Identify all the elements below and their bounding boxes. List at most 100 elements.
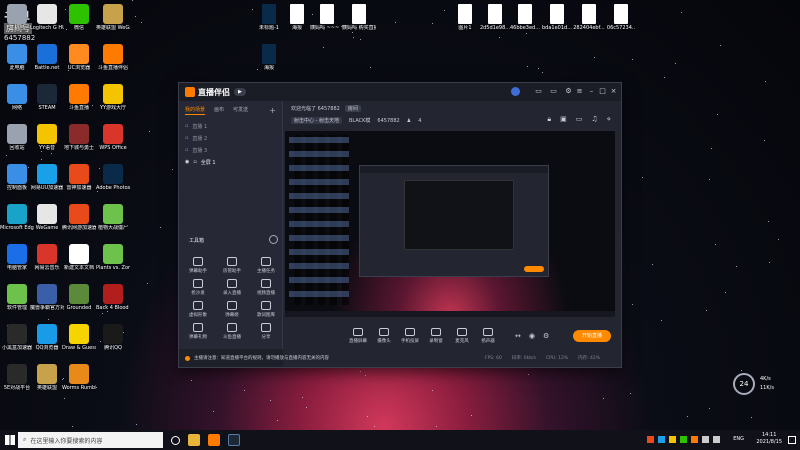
- tab-canvas[interactable]: 画布: [214, 106, 224, 115]
- desktop-icon[interactable]: UC浏览器: [62, 44, 96, 71]
- desktop-icon[interactable]: 斗鱼直播伴侣: [96, 44, 130, 71]
- notification-icon[interactable]: [788, 436, 796, 444]
- desktop-icon[interactable]: Plants vs. Zombies G...: [96, 244, 130, 271]
- desktop-icon[interactable]: 植物大战僵尸: [96, 204, 130, 231]
- desktop-icon[interactable]: WeGame: [30, 204, 64, 231]
- room-tag[interactable]: 房间: [344, 105, 361, 112]
- tray-app-icon[interactable]: [647, 436, 654, 443]
- start-live-button[interactable]: 开始直播: [573, 330, 611, 342]
- desktop-icon[interactable]: 网易UU加速器: [30, 164, 64, 191]
- desktop-icon[interactable]: 魔兽争霸官方对战平台: [30, 284, 64, 311]
- desktop-icon[interactable]: STEAM: [30, 84, 64, 111]
- task-view-icon[interactable]: [171, 435, 180, 445]
- source-button[interactable]: 扬声器: [475, 328, 501, 344]
- desktop-icon[interactable]: 软件管理: [0, 284, 34, 311]
- settings-icon[interactable]: ⚙: [564, 87, 573, 96]
- desktop-icon[interactable]: Logitech G HUB: [30, 4, 64, 31]
- desktop-icon[interactable]: 网易云音乐: [30, 244, 64, 271]
- desktop-icon[interactable]: 斗鱼直播: [62, 84, 96, 111]
- share-icon[interactable]: ⋄: [607, 115, 611, 124]
- desktop-icon[interactable]: 新建文本文档: [62, 244, 96, 271]
- desktop-file-icon[interactable]: 06c57234..: [604, 4, 638, 31]
- desktop-icon[interactable]: QQ浏览器: [30, 324, 64, 351]
- scene-item[interactable]: ▫ 直播 3: [179, 144, 282, 156]
- desktop-icon[interactable]: 地下城与勇士: [62, 124, 96, 151]
- desktop-icon[interactable]: YY游戏大厅: [96, 84, 130, 111]
- scene-item[interactable]: ▫ 直播 2: [179, 132, 282, 144]
- desktop-icon[interactable]: 英雄联盟: [30, 364, 64, 391]
- bell-icon[interactable]: ♫: [591, 115, 597, 124]
- tool-item[interactable]: 弹幕助手: [183, 257, 213, 274]
- source-button[interactable]: 摄像头: [371, 328, 397, 344]
- tray-app-icon[interactable]: [680, 436, 687, 443]
- settings-icon[interactable]: ⚙: [543, 332, 549, 340]
- desktop-file-icon[interactable]: 姨妈吗 购买直播间: [342, 4, 376, 31]
- steam-taskbar-icon[interactable]: [228, 434, 240, 446]
- tray-app-icon[interactable]: [658, 436, 665, 443]
- flip-icon[interactable]: ↔: [515, 332, 521, 340]
- toolbox-expand-icon[interactable]: [269, 235, 278, 244]
- eye-icon[interactable]: ◉: [529, 332, 535, 340]
- tool-item[interactable]: 主播任务: [251, 257, 281, 274]
- desktop-icon[interactable]: 英雄联盟 WeGame版: [96, 4, 130, 31]
- message-icon[interactable]: ▭: [534, 87, 543, 96]
- menu-icon[interactable]: ≡: [575, 87, 584, 96]
- scene-item[interactable]: ▫ 直播 1: [179, 120, 282, 132]
- source-button[interactable]: 麦克风: [449, 328, 475, 344]
- desktop-icon[interactable]: 5E对战平台: [0, 364, 34, 391]
- tray-icons[interactable]: [647, 436, 720, 443]
- close-icon[interactable]: ×: [609, 87, 618, 96]
- desktop-icon[interactable]: Draw & Guess: [62, 324, 96, 351]
- tool-item[interactable]: 虚拟形象: [183, 301, 213, 318]
- stream-preview[interactable]: [285, 131, 615, 317]
- desktop-icon[interactable]: Microsoft Edge: [0, 204, 34, 231]
- desktop-icon[interactable]: 小黑盒加速器: [0, 324, 34, 351]
- network-speed-widget[interactable]: 24 4K/s 11K/s: [733, 373, 783, 397]
- tool-item[interactable]: 分享: [251, 323, 281, 340]
- version-badge[interactable]: ▶: [234, 88, 246, 96]
- windows-start-icon[interactable]: [5, 435, 15, 445]
- tool-item[interactable]: 房管助手: [217, 257, 247, 274]
- desktop-file-icon[interactable]: 2d5d1e98...: [478, 4, 512, 31]
- desktop-icon[interactable]: 腾讯QQ: [96, 324, 130, 351]
- input-language[interactable]: ENG: [733, 436, 744, 442]
- desktop-icon[interactable]: 电脑管家: [0, 244, 34, 271]
- tool-item[interactable]: 抢沙发: [183, 279, 213, 296]
- gift-icon[interactable]: ▣: [560, 115, 567, 124]
- desktop-icon[interactable]: Worms Rumble: [62, 364, 96, 391]
- file-explorer-icon[interactable]: [188, 434, 200, 446]
- avatar[interactable]: [511, 87, 520, 96]
- desktop-icon[interactable]: 回收站: [0, 124, 34, 151]
- tray-app-icon[interactable]: [669, 436, 676, 443]
- tool-item[interactable]: 弹幕礼物: [183, 323, 213, 340]
- app-titlebar[interactable]: 直播伴侣 ▶ ▭ ▭ ⚙ ≡ – □ ×: [179, 83, 621, 101]
- tab-my-scenes[interactable]: 我的场景: [185, 106, 206, 115]
- tool-item[interactable]: 歌词图库: [251, 301, 281, 318]
- desktop-icon[interactable]: 雷神加速器: [62, 164, 96, 191]
- screen-icon[interactable]: ▭: [549, 87, 558, 96]
- tab-sendable[interactable]: 可发送: [233, 106, 248, 115]
- desktop-icon[interactable]: Back 4 Blood Beta: [96, 284, 130, 311]
- tool-item[interactable]: 弹幕姬: [217, 301, 247, 318]
- network-icon[interactable]: [702, 436, 709, 443]
- desktop-icon[interactable]: 主机号: [0, 4, 34, 31]
- desktop-file-icon[interactable]: 282404ebf...: [572, 4, 606, 31]
- desktop-icon[interactable]: 网络: [0, 84, 34, 111]
- tool-item[interactable]: 录入直播: [217, 279, 247, 296]
- source-button[interactable]: 直播屏幕: [345, 328, 371, 344]
- desktop-file-icon[interactable]: 图片1: [448, 4, 482, 31]
- desktop-file-icon[interactable]: 46bbe3ed...: [508, 4, 542, 31]
- taskbar-search[interactable]: ⌕ 在这里输入你要搜索的内容: [18, 432, 163, 448]
- add-scene-icon[interactable]: +: [269, 106, 276, 115]
- desktop-file-icon[interactable]: 姨妈吗 ~~~ 个人购买(1): [310, 4, 344, 31]
- desktop-icon[interactable]: YY语音: [30, 124, 64, 151]
- chat-icon[interactable]: ▭: [576, 115, 583, 124]
- desktop-icon[interactable]: Adobe Photosho...: [96, 164, 130, 191]
- desktop-icon[interactable]: WPS Office: [96, 124, 130, 151]
- lock-icon[interactable]: 🔒︎: [547, 115, 551, 124]
- desktop-icon[interactable]: Grounded: [62, 284, 96, 311]
- eye-icon[interactable]: ◉: [185, 159, 189, 165]
- desktop-icon[interactable]: 微信: [62, 4, 96, 31]
- desktop-file-icon[interactable]: 海报: [280, 4, 314, 31]
- desktop-icon[interactable]: 腾讯网游加速器: [62, 204, 96, 231]
